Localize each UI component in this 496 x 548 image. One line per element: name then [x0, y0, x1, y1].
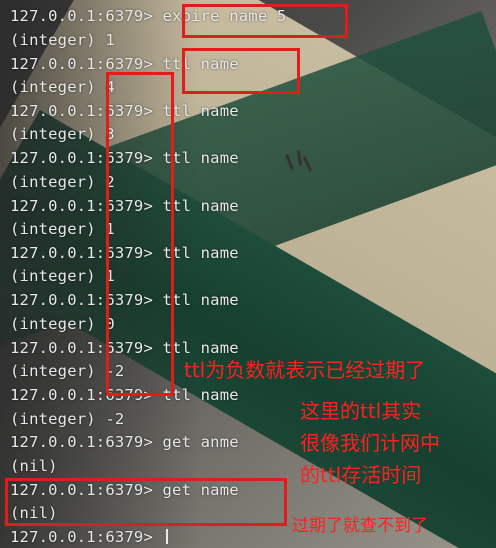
annotation-network-ttl-line3: 的ttl存活时间 [300, 463, 422, 487]
terminal-line-output: (integer) 1 [10, 267, 115, 285]
terminal-line-command: 127.0.0.1:6379> get anme [10, 433, 239, 451]
terminal-prompt-line[interactable]: 127.0.0.1:6379> [10, 527, 168, 547]
text-cursor [165, 529, 168, 544]
highlight-box-first-ttl [182, 48, 300, 94]
terminal-line-output: (integer) 1 [10, 31, 115, 49]
terminal-line-output: (nil) [10, 457, 58, 475]
terminal-line-output: (integer) 3 [10, 125, 115, 143]
annotation-network-ttl-line1: 这里的ttl其实 [300, 399, 422, 423]
highlight-box-expire-command [182, 4, 348, 38]
highlight-box-get-name [5, 478, 287, 526]
highlight-box-ttl-values [106, 72, 174, 396]
annotation-negative-ttl: ttl为负数就表示已经过期了 [184, 358, 426, 382]
terminal-line-output: (integer) 1 [10, 220, 115, 238]
terminal-line-output: (integer) -2 [10, 410, 125, 428]
terminal-line-output: (integer) 0 [10, 315, 115, 333]
annotation-expired-not-found: 过期了就查不到了 [292, 516, 428, 536]
terminal-line-output: (integer) 2 [10, 173, 115, 191]
annotation-network-ttl-line2: 很像我们计网中 [300, 431, 440, 455]
terminal-prompt: 127.0.0.1:6379> [10, 528, 163, 546]
terminal-line-output: (integer) 4 [10, 78, 115, 96]
